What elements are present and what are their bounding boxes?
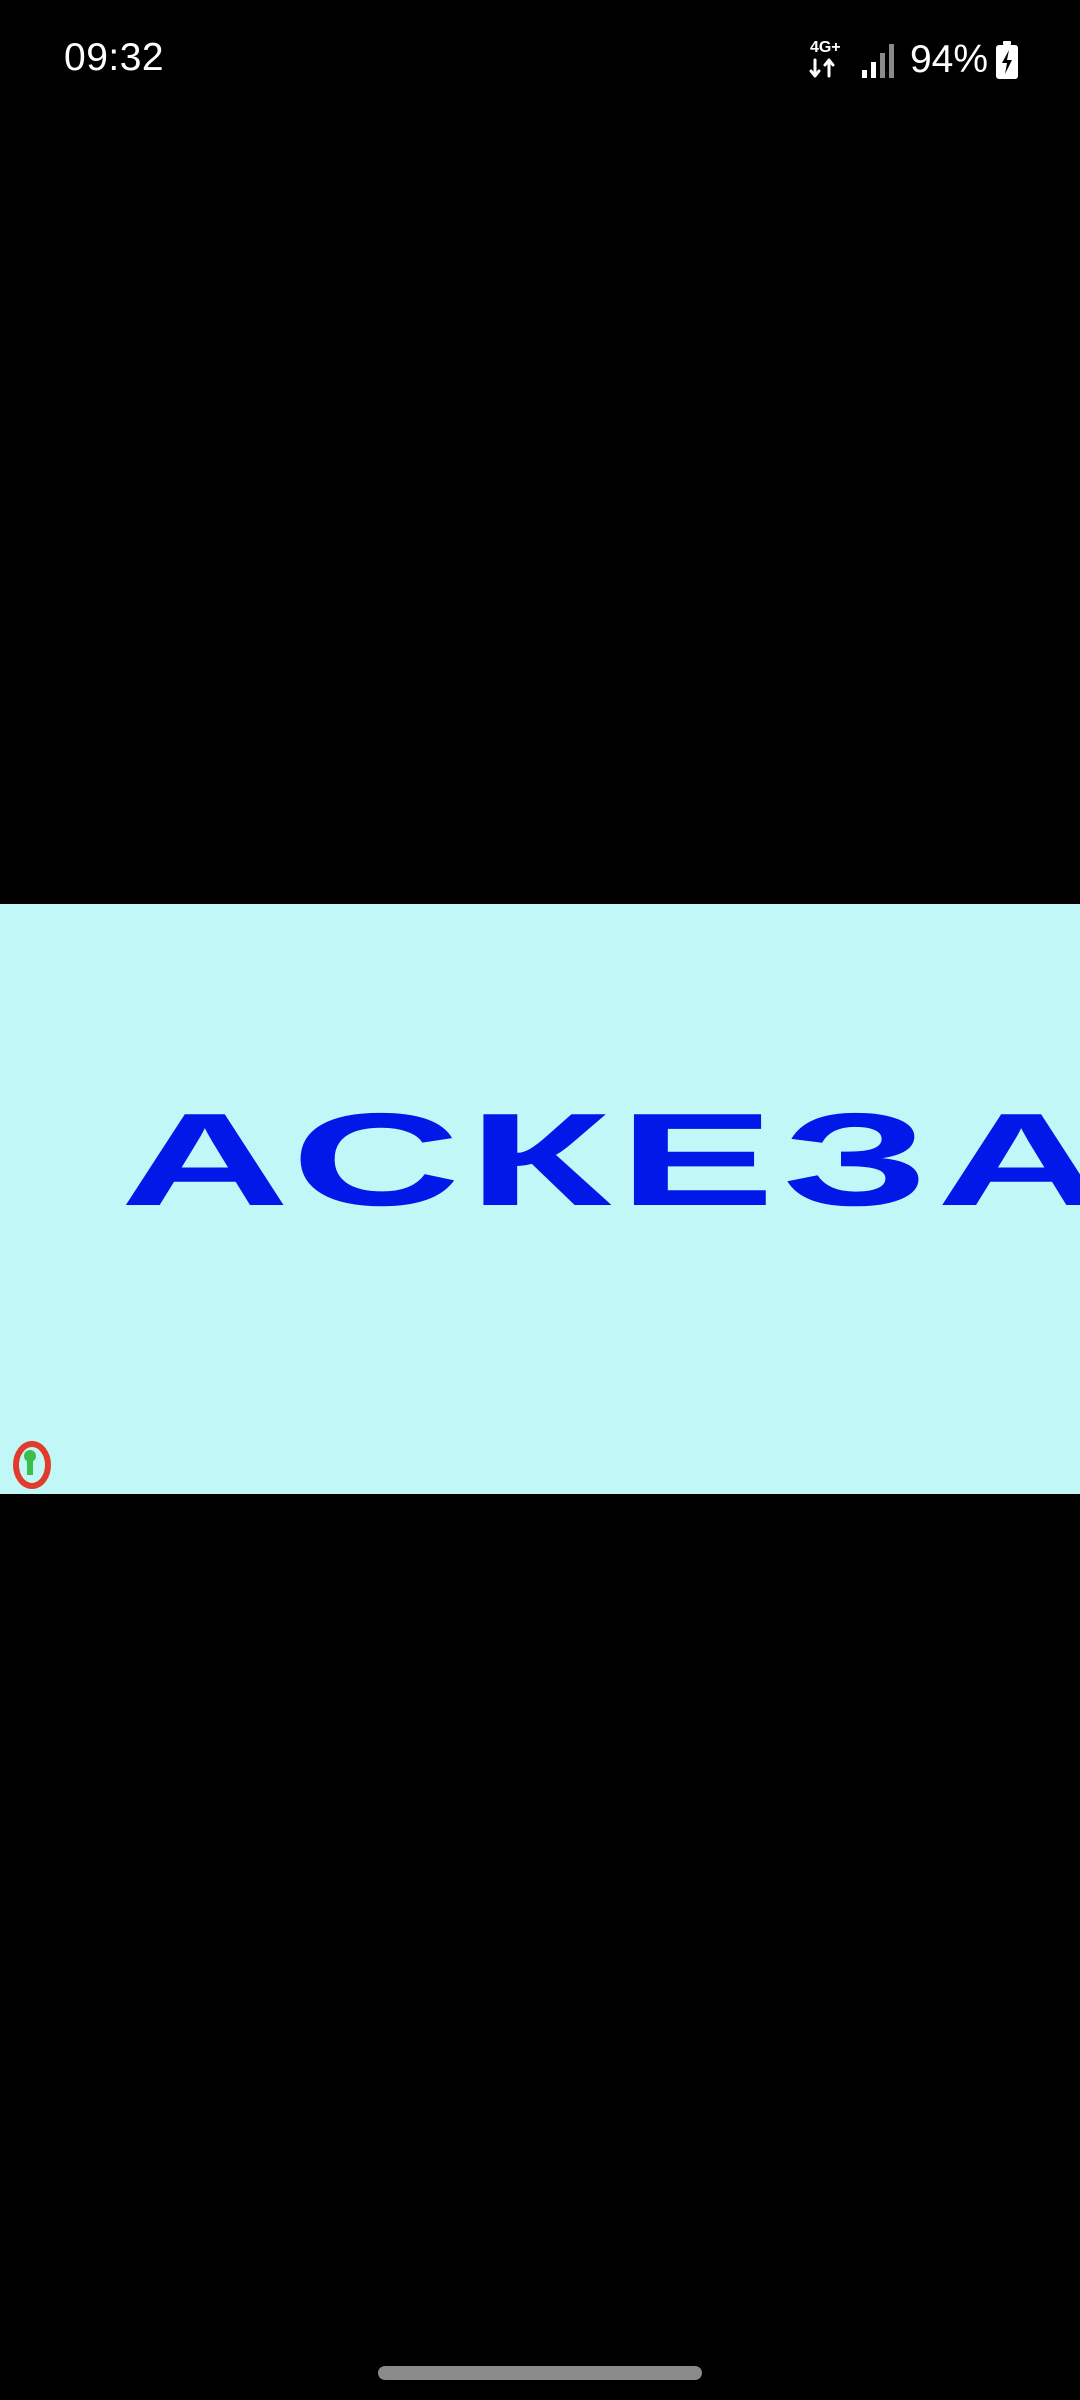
media-title: АСКЕЗА. xyxy=(120,1086,1080,1234)
screen: 09:32 4G+ 94% АСКЕЗА. xyxy=(0,0,1080,2400)
network-4g-icon: 4G+ xyxy=(808,40,848,80)
gesture-navigation-handle[interactable] xyxy=(378,2366,702,2380)
media-frame[interactable]: АСКЕЗА. xyxy=(0,904,1080,1494)
status-bar: 09:32 4G+ 94% xyxy=(0,0,1080,120)
battery-charging-icon xyxy=(996,41,1018,79)
status-icons: 4G+ 94% xyxy=(808,36,1018,84)
battery-percent: 94% xyxy=(909,38,988,81)
status-time: 09:32 xyxy=(64,36,165,79)
media-title-graphic: АСКЕЗА. xyxy=(120,1086,1080,1234)
app-logo-icon xyxy=(13,1441,51,1489)
signal-icon xyxy=(861,44,894,78)
